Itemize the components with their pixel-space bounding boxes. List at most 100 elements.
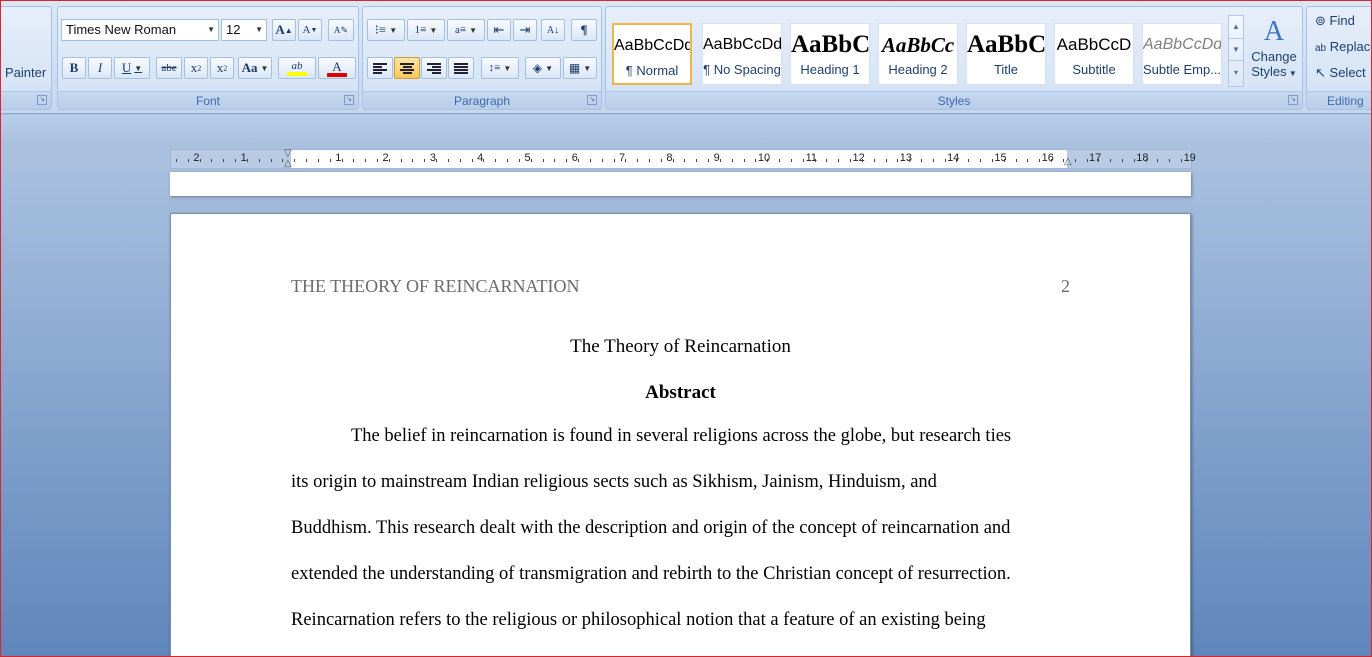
- align-right-button[interactable]: [421, 57, 447, 79]
- sort-button[interactable]: A↓: [541, 19, 565, 41]
- editing-group: ⊚ Find ab Replace ↖ Select Editing: [1306, 6, 1372, 110]
- bullets-button[interactable]: ⁝≡ ▼: [367, 19, 405, 41]
- ruler-tick: [992, 159, 993, 162]
- ruler-number: 14: [947, 152, 960, 164]
- ruler-number: 13: [899, 152, 913, 164]
- ruler-right-margin: [1067, 150, 1191, 168]
- font-color-button[interactable]: A: [318, 57, 356, 79]
- replace-button[interactable]: ab Replace: [1315, 39, 1372, 54]
- style-name: Title: [993, 62, 1019, 77]
- clear-formatting-button[interactable]: A✎: [328, 19, 354, 41]
- ruler-tick: [673, 159, 674, 162]
- styles-launcher-icon[interactable]: ↘: [1288, 95, 1298, 105]
- underline-button[interactable]: U ▼: [114, 57, 150, 79]
- style-subtitle[interactable]: AaBbCcD Subtitle: [1054, 23, 1134, 85]
- borders-button[interactable]: ▦ ▼: [563, 57, 597, 79]
- font-launcher-icon[interactable]: ↘: [344, 95, 354, 105]
- italic-button[interactable]: I: [88, 57, 112, 79]
- paragraph-launcher-icon[interactable]: ↘: [587, 95, 597, 105]
- style-subtle-emphasis[interactable]: AaBbCcDd Subtle Emp...: [1142, 23, 1222, 85]
- shrink-font-button[interactable]: A ▼: [298, 19, 322, 41]
- chevron-down-icon: ▼: [545, 63, 554, 73]
- ruler-tick: [791, 159, 792, 162]
- ruler-tick: [696, 159, 697, 162]
- numbering-button[interactable]: 1≡ ▼: [407, 19, 445, 41]
- strikethrough-button[interactable]: abe: [156, 57, 182, 79]
- font-size-combo[interactable]: 12 ▼: [221, 19, 267, 41]
- ruler-tick: [211, 159, 212, 162]
- change-case-button[interactable]: Aa ▼: [238, 57, 272, 79]
- bold-button[interactable]: B: [62, 57, 86, 79]
- ruler-number: 10: [757, 152, 771, 164]
- ruler-tick: [874, 159, 875, 162]
- right-indent-marker[interactable]: △: [1064, 157, 1072, 167]
- ruler-tick: [1087, 159, 1088, 162]
- ruler-number: 6: [571, 152, 578, 164]
- style-heading-1[interactable]: AaBbC Heading 1: [790, 23, 870, 85]
- binoculars-icon: ⊚: [1315, 13, 1326, 28]
- ruler-tick: [767, 159, 768, 162]
- decrease-indent-button[interactable]: ⇤: [487, 19, 511, 41]
- show-marks-button[interactable]: ¶: [571, 19, 597, 41]
- style-title[interactable]: AaBbC Title: [966, 23, 1046, 85]
- format-painter-button[interactable]: Painter: [5, 65, 46, 80]
- ruler-tick: [342, 159, 343, 162]
- style-no-spacing[interactable]: AaBbCcDd ¶ No Spacing: [702, 23, 782, 85]
- justify-button[interactable]: [448, 57, 474, 79]
- find-button[interactable]: ⊚ Find: [1315, 13, 1355, 29]
- change-styles-button[interactable]: A Change Styles ▼: [1246, 15, 1302, 89]
- italic-icon: I: [97, 60, 103, 75]
- abstract-heading: Abstract: [645, 382, 716, 403]
- grow-font-button[interactable]: A ▲: [272, 19, 296, 41]
- scroll-down-icon[interactable]: ▼: [1229, 38, 1243, 60]
- clipboard-launcher-icon[interactable]: ↘: [37, 95, 47, 105]
- highlight-button[interactable]: ab: [278, 57, 316, 79]
- ribbon-bottom-strip: [0, 115, 1372, 145]
- ribbon: Painter ↘ Times New Roman ▼ 12 ▼ A ▲ A ▼ A…: [0, 0, 1372, 114]
- ruler-tick: [826, 159, 827, 162]
- ruler-number: 3: [429, 152, 436, 164]
- font-name-combo[interactable]: Times New Roman ▼: [61, 19, 219, 41]
- font-group: Times New Roman ▼ 12 ▼ A ▲ A ▼ A✎ B I U ▼ a…: [57, 6, 359, 110]
- multilevel-list-button[interactable]: a≡ ▼: [447, 19, 485, 41]
- scroll-up-icon[interactable]: ▲: [1229, 16, 1243, 38]
- shading-button[interactable]: ◈ ▼: [525, 57, 561, 79]
- gallery-scrollbar[interactable]: ▲ ▼ ▾: [1228, 15, 1244, 87]
- style-name: Subtle Emp...: [1143, 62, 1222, 77]
- ruler-tick: [933, 159, 934, 162]
- ruler-tick: [436, 159, 437, 162]
- ruler-tick: [625, 159, 626, 162]
- increase-indent-button[interactable]: ⇥: [513, 19, 537, 41]
- document-page[interactable]: THE THEORY OF REINCARNATION 2 The Theory…: [170, 213, 1191, 657]
- ruler-number: 15: [994, 152, 1007, 164]
- gallery-more-icon[interactable]: ▾: [1229, 60, 1243, 86]
- style-heading-2[interactable]: AaBbCc Heading 2: [878, 23, 958, 85]
- ruler-tick: [980, 159, 981, 162]
- ruler-tick: [732, 159, 733, 162]
- ruler-tick: [1039, 159, 1040, 162]
- align-center-button[interactable]: [394, 57, 420, 79]
- hanging-indent-marker[interactable]: △: [284, 159, 292, 169]
- ruler-tick: [590, 159, 591, 162]
- ruler-tick: [637, 159, 638, 162]
- horizontal-ruler[interactable]: 2 1 1 2 3 4 5 6 7 8 9 10 11 12 13 14 15 16 17 18 19 ▽ △ △: [170, 149, 1196, 169]
- bullets-icon: ⁝≡: [374, 22, 387, 37]
- select-button[interactable]: ↖ Select: [1315, 65, 1366, 81]
- ruler-number: 2: [193, 152, 200, 164]
- ruler-tick: [684, 159, 685, 162]
- ruler-tick: [330, 159, 331, 162]
- ruler-number: 19: [1183, 152, 1196, 164]
- change-styles-label-1: Change: [1251, 49, 1297, 64]
- chevron-down-icon: ▼: [207, 25, 215, 34]
- ruler-tick: [803, 159, 804, 162]
- ruler-tick: [306, 159, 307, 162]
- chevron-down-icon: ▼: [255, 25, 263, 34]
- ruler-tick: [921, 159, 922, 162]
- superscript-button[interactable]: x2: [210, 57, 234, 79]
- first-line-indent-marker[interactable]: ▽: [284, 149, 292, 159]
- line-spacing-button[interactable]: ↕≡ ▼: [481, 57, 519, 79]
- align-left-button[interactable]: [367, 57, 393, 79]
- subscript-button[interactable]: x2: [184, 57, 208, 79]
- style-normal[interactable]: AaBbCcDd ¶ Normal: [612, 23, 692, 85]
- ruler-tick: [1110, 159, 1111, 162]
